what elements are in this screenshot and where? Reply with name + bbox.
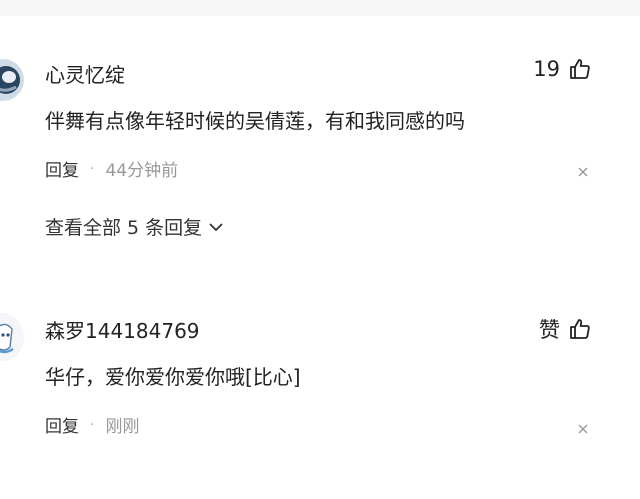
like-button[interactable]: 赞 [539, 314, 592, 344]
avatar[interactable] [0, 56, 24, 104]
like-label: 赞 [539, 318, 560, 342]
avatar-image [0, 59, 24, 101]
avatar-image [0, 316, 24, 358]
like-button[interactable]: 19 [533, 57, 592, 81]
comment-meta: 回复 · 44分钟前 [45, 156, 179, 182]
timestamp: 44分钟前 [105, 161, 179, 181]
view-replies-label: 查看全部 5 条回复 [45, 217, 203, 239]
meta-separator: · [90, 160, 95, 177]
reply-button[interactable]: 回复 [45, 412, 79, 437]
thumbs-up-icon [568, 317, 592, 341]
like-count: 19 [533, 57, 560, 81]
comment-text: 伴舞有点像年轻时候的吴倩莲，有和我同感的吗 [45, 109, 465, 133]
thumbs-up-icon [568, 57, 592, 81]
top-divider [0, 0, 640, 16]
close-icon[interactable] [577, 420, 589, 434]
view-all-replies-button[interactable]: 查看全部 5 条回复 [45, 213, 224, 240]
username[interactable]: 森罗144184769 [45, 315, 200, 344]
avatar[interactable] [0, 313, 24, 361]
comment-text: 华仔，爱你爱你爱你哦[比心] [45, 365, 301, 389]
chevron-down-icon [208, 216, 224, 238]
reply-button[interactable]: 回复 [45, 156, 79, 181]
comment-section: 心灵忆绽 19 伴舞有点像年轻时候的吴倩莲，有和我同感的吗 回复 · 44分钟前… [0, 0, 640, 499]
comment-meta: 回复 · 刚刚 [45, 412, 140, 438]
timestamp: 刚刚 [105, 417, 140, 437]
username[interactable]: 心灵忆绽 [45, 59, 125, 88]
meta-separator: · [90, 416, 95, 433]
close-icon[interactable] [577, 163, 589, 177]
